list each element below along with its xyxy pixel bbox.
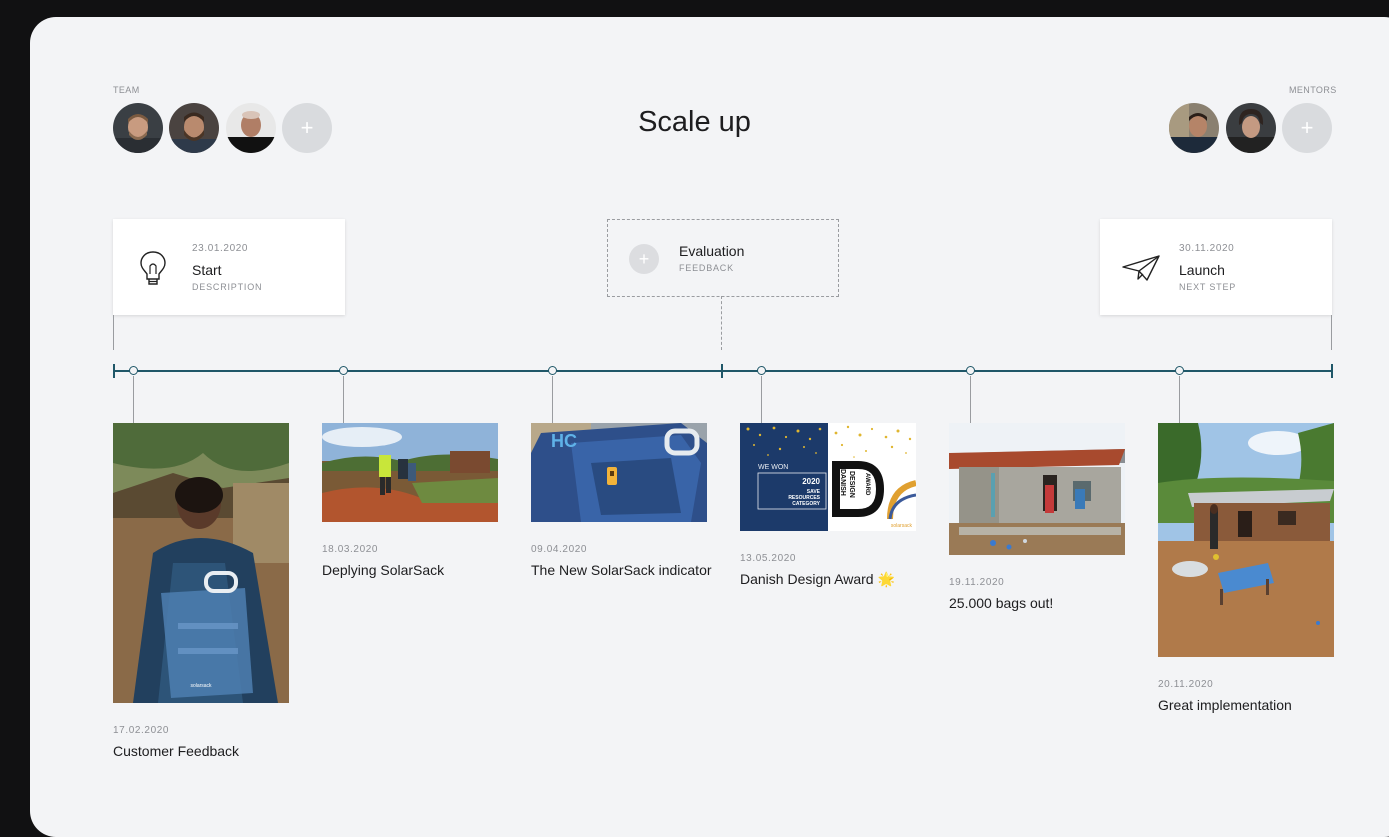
milestone-start-card[interactable]: 23.01.2020 Start DESCRIPTION xyxy=(113,219,345,315)
timeline-node[interactable] xyxy=(129,366,138,375)
event-title[interactable]: Great implementation xyxy=(1158,697,1292,713)
timeline-node[interactable] xyxy=(757,366,766,375)
lightbulb-icon xyxy=(140,251,166,285)
timeline-node[interactable] xyxy=(966,366,975,375)
event-connector xyxy=(343,376,344,423)
svg-text:DESIGN: DESIGN xyxy=(848,471,855,498)
mentors-label: MENTORS xyxy=(1289,85,1337,95)
evaluation-connector xyxy=(721,296,722,350)
launch-connector xyxy=(1331,315,1332,350)
event-date: 13.05.2020 xyxy=(740,553,797,564)
photo-brand-text: solarsack xyxy=(190,683,212,689)
milestone-start-date: 23.01.2020 xyxy=(192,243,249,254)
plus-icon: + xyxy=(1300,115,1314,140)
event-connector xyxy=(1179,376,1180,423)
start-connector xyxy=(113,315,114,350)
add-mentor-button[interactable]: + xyxy=(1282,103,1332,153)
event-photo-implementation[interactable] xyxy=(1158,423,1334,657)
event-photo-design-award[interactable]: WE WON 2020 SAVE RESOURCES CATEGORY DANI… xyxy=(740,423,916,531)
event-date: 17.02.2020 xyxy=(113,725,170,736)
event-date: 09.04.2020 xyxy=(531,544,588,555)
svg-text:CATEGORY: CATEGORY xyxy=(792,501,820,507)
event-title[interactable]: The New SolarSack indicator xyxy=(531,562,712,578)
event-photo-customer-feedback[interactable]: solarsack xyxy=(113,423,289,703)
timeline-end-tick xyxy=(1331,364,1333,378)
event-photo-deploying[interactable] xyxy=(322,423,498,522)
event-date: 20.11.2020 xyxy=(1158,679,1214,690)
event-title[interactable]: Danish Design Award 🌟 xyxy=(740,571,895,588)
event-date: 18.03.2020 xyxy=(322,544,379,555)
svg-text:AWARD: AWARD xyxy=(864,473,870,496)
svg-text:WE WON: WE WON xyxy=(758,464,788,471)
timeline-axis xyxy=(113,370,1333,372)
event-connector xyxy=(133,376,134,423)
timeline-node[interactable] xyxy=(339,366,348,375)
milestone-start-name: Start xyxy=(192,262,222,278)
event-title[interactable]: Deplying SolarSack xyxy=(322,562,444,578)
milestone-launch-date: 30.11.2020 xyxy=(1179,243,1235,254)
milestone-start-description: DESCRIPTION xyxy=(192,282,263,292)
timeline-evaluation-tick xyxy=(721,364,723,378)
milestone-evaluation-card[interactable]: + Evaluation FEEDBACK xyxy=(607,219,839,297)
svg-text:DANISH: DANISH xyxy=(839,469,846,496)
timeline-node[interactable] xyxy=(548,366,557,375)
svg-text:solarsack: solarsack xyxy=(891,523,913,529)
milestone-evaluation-feedback: FEEDBACK xyxy=(679,263,734,273)
mentor-avatar-2[interactable] xyxy=(1226,103,1276,153)
photo-brand-text: HC xyxy=(551,431,577,451)
event-connector xyxy=(970,376,971,423)
event-date: 19.11.2020 xyxy=(949,577,1005,588)
event-connector xyxy=(761,376,762,423)
event-connector xyxy=(552,376,553,423)
mentor-avatar-1[interactable] xyxy=(1169,103,1219,153)
milestone-launch-next-step: NEXT STEP xyxy=(1179,282,1237,292)
timeline-start-tick xyxy=(113,364,115,378)
plus-icon: + xyxy=(638,248,650,269)
team-label: TEAM xyxy=(113,85,140,95)
event-title[interactable]: Customer Feedback xyxy=(113,743,239,759)
svg-text:2020: 2020 xyxy=(802,477,820,486)
event-title[interactable]: 25.000 bags out! xyxy=(949,595,1053,611)
timeline-node[interactable] xyxy=(1175,366,1184,375)
paper-plane-icon xyxy=(1122,255,1160,281)
event-photo-bags-out[interactable] xyxy=(949,423,1125,555)
add-evaluation-button[interactable]: + xyxy=(629,244,659,274)
milestone-launch-name: Launch xyxy=(1179,262,1225,278)
milestone-evaluation-name: Evaluation xyxy=(679,243,745,259)
milestone-launch-card[interactable]: 30.11.2020 Launch NEXT STEP xyxy=(1100,219,1332,315)
event-photo-indicator[interactable]: HC xyxy=(531,423,707,522)
